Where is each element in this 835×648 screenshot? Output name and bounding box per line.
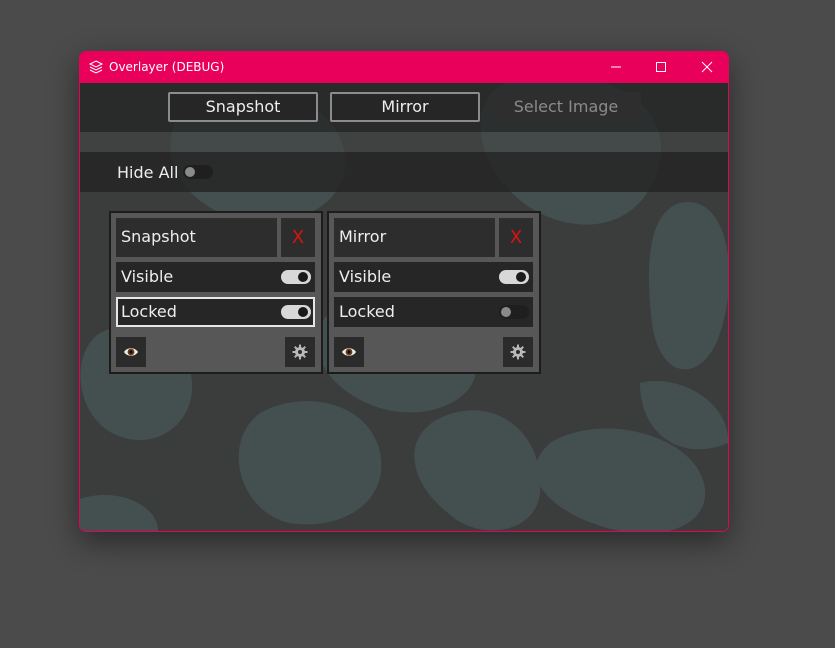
locked-label: Locked — [339, 302, 395, 321]
settings-button[interactable] — [503, 337, 533, 367]
layer-card-mirror: Mirror X Visible Locked — [327, 211, 541, 374]
layer-name-field[interactable]: Mirror — [334, 218, 495, 257]
hide-all-toggle[interactable] — [183, 165, 213, 179]
eye-icon — [342, 348, 356, 356]
toggle-knob — [501, 307, 511, 317]
locked-toggle[interactable] — [499, 305, 529, 319]
locked-label: Locked — [121, 302, 177, 321]
title-bar[interactable]: Overlayer (DEBUG) — [80, 52, 728, 83]
toggle-knob — [298, 272, 308, 282]
maximize-button[interactable] — [638, 52, 684, 83]
layer-card-snapshot: Snapshot X Visible Locked — [109, 211, 323, 374]
minimize-icon — [611, 66, 621, 68]
visible-row[interactable]: Visible — [116, 262, 315, 292]
app-window: Overlayer (DEBUG) Snapshot Mirror Select… — [79, 51, 729, 532]
divider-strip — [80, 132, 728, 152]
toggle-knob — [298, 307, 308, 317]
eye-icon — [124, 348, 138, 356]
locked-row[interactable]: Locked — [334, 297, 533, 327]
overlay-canvas: Snapshot Mirror Select Image Hide All Sn… — [80, 83, 728, 531]
maximize-icon — [656, 62, 666, 72]
locked-row[interactable]: Locked — [116, 297, 315, 327]
visible-toggle[interactable] — [499, 270, 529, 284]
window-title: Overlayer (DEBUG) — [109, 60, 225, 74]
toggle-knob — [185, 167, 195, 177]
visible-toggle[interactable] — [281, 270, 311, 284]
preview-button[interactable] — [334, 337, 364, 367]
minimize-button[interactable] — [593, 52, 639, 83]
close-window-button[interactable] — [684, 52, 728, 83]
snapshot-button[interactable]: Snapshot — [168, 92, 318, 122]
hide-all-bar: Hide All — [80, 152, 728, 192]
layer-name-field[interactable]: Snapshot — [116, 218, 277, 257]
visible-label: Visible — [339, 267, 392, 286]
gear-icon — [510, 344, 526, 360]
close-icon — [701, 61, 713, 73]
locked-toggle[interactable] — [281, 305, 311, 319]
hide-all-label: Hide All — [117, 163, 179, 182]
preview-button[interactable] — [116, 337, 146, 367]
layers-icon — [88, 60, 104, 74]
toggle-knob — [516, 272, 526, 282]
select-image-button[interactable]: Select Image — [491, 92, 641, 122]
remove-layer-button[interactable]: X — [281, 218, 315, 257]
visible-label: Visible — [121, 267, 174, 286]
remove-layer-button[interactable]: X — [499, 218, 533, 257]
mirror-button[interactable]: Mirror — [330, 92, 480, 122]
settings-button[interactable] — [285, 337, 315, 367]
toolbar: Snapshot Mirror Select Image — [80, 83, 728, 132]
visible-row[interactable]: Visible — [334, 262, 533, 292]
gear-icon — [292, 344, 308, 360]
